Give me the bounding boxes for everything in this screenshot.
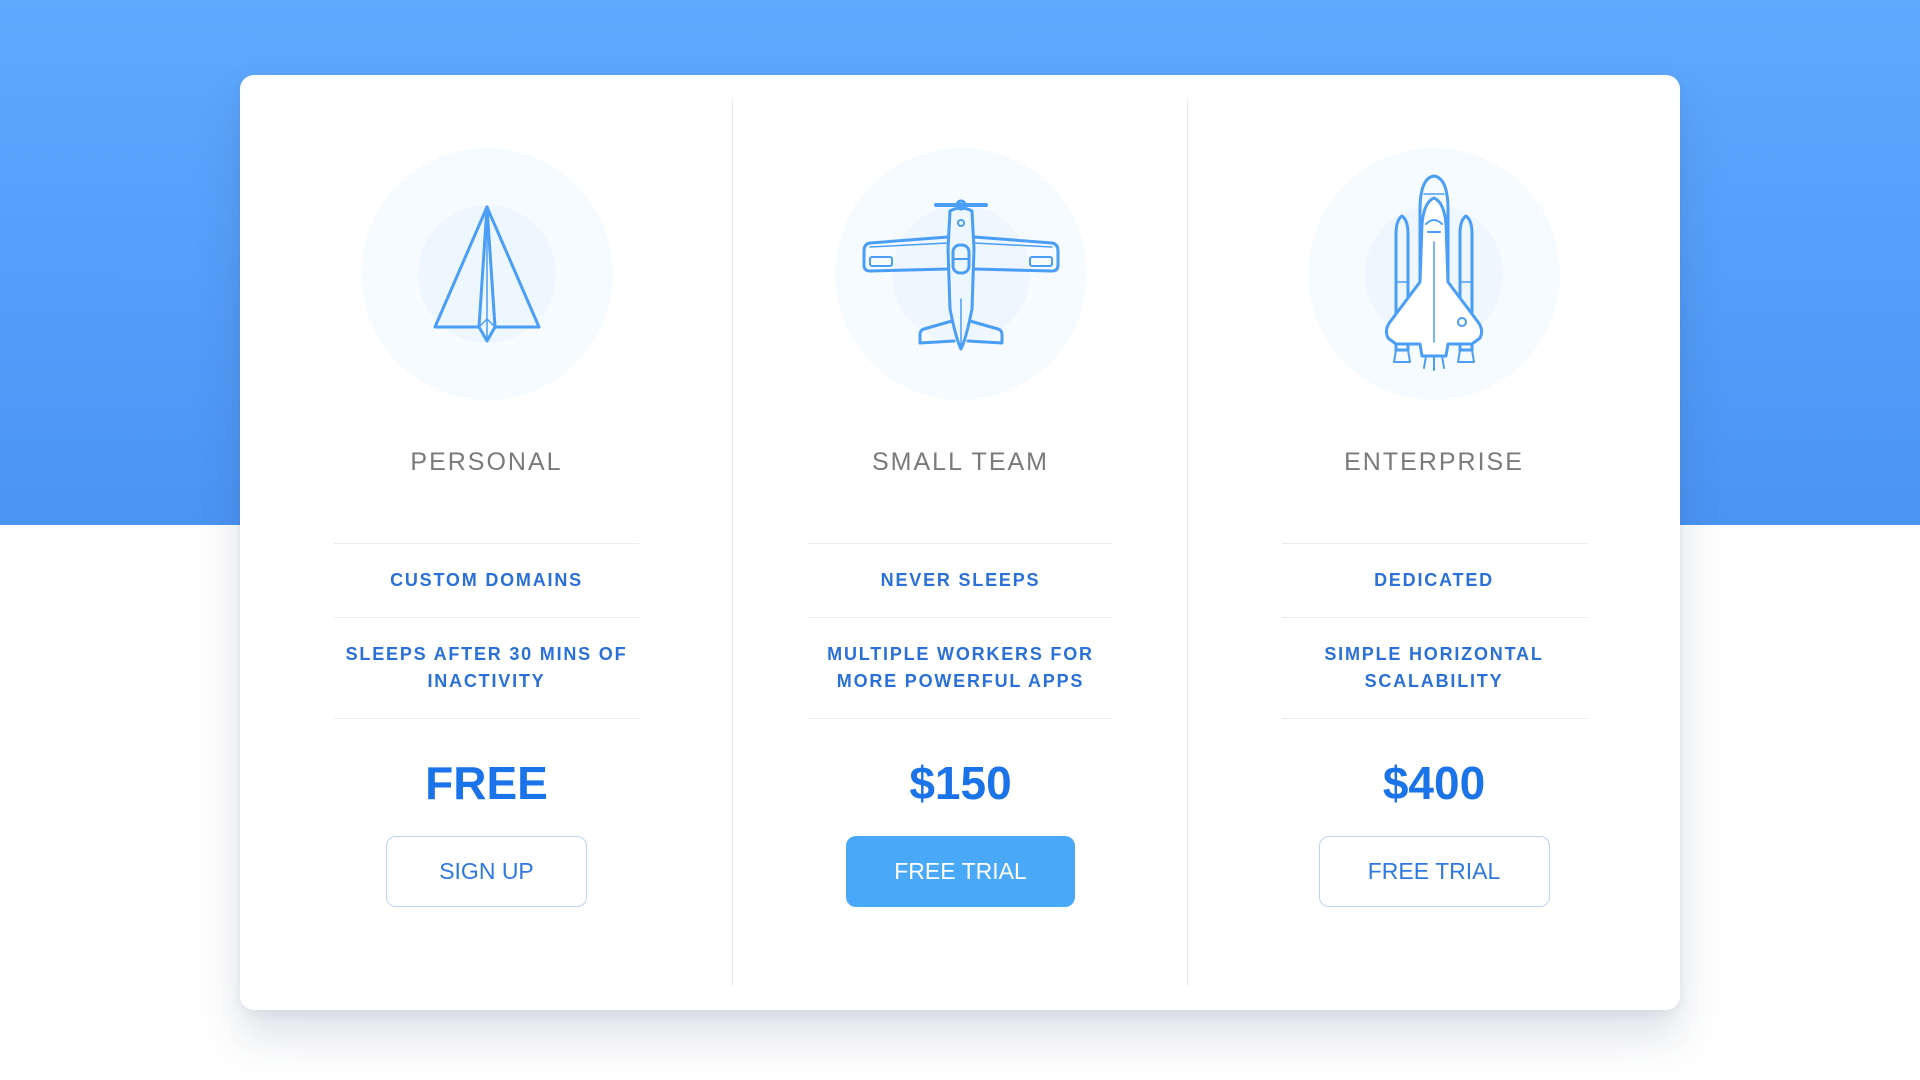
feature-item: SLEEPS AFTER 30 MINS OF INACTIVITY [334,618,639,719]
feature-item: MULTIPLE WORKERS FOR MORE POWERFUL APPS [808,618,1113,719]
plan-icon-container [1308,148,1560,400]
plan-enterprise: ENTERPRISE DEDICATED SIMPLE HORIZONTAL S… [1187,75,1680,1010]
feature-item: DEDICATED [1281,544,1587,618]
feature-list: CUSTOM DOMAINS SLEEPS AFTER 30 MINS OF I… [334,543,639,719]
feature-item: SIMPLE HORIZONTAL SCALABILITY [1281,618,1587,719]
plan-price: $150 [909,757,1012,809]
feature-list: DEDICATED SIMPLE HORIZONTAL SCALABILITY [1281,543,1587,719]
plan-personal: PERSONAL CUSTOM DOMAINS SLEEPS AFTER 30 … [240,75,733,1010]
paper-plane-icon [433,205,540,343]
plan-name: ENTERPRISE [1344,448,1524,476]
plan-name: SMALL TEAM [872,448,1049,476]
free-trial-button[interactable]: FREE TRIAL [1318,836,1550,907]
plan-icon-container [360,148,613,400]
space-shuttle-icon [1384,174,1484,371]
feature-list: NEVER SLEEPS MULTIPLE WORKERS FOR MORE P… [808,543,1113,719]
plan-name: PERSONAL [410,448,563,476]
plan-small-team: SMALL TEAM NEVER SLEEPS MULTIPLE WORKERS… [732,75,1188,1010]
feature-item: CUSTOM DOMAINS [334,544,639,618]
plan-price: $400 [1382,757,1486,809]
free-trial-button[interactable]: FREE TRIAL [846,836,1075,907]
airplane-icon [862,199,1059,351]
pricing-card: PERSONAL CUSTOM DOMAINS SLEEPS AFTER 30 … [240,75,1680,1010]
sign-up-button[interactable]: SIGN UP [386,836,587,907]
plan-icon-container [834,148,1087,400]
plan-price: FREE [425,757,548,809]
feature-item: NEVER SLEEPS [808,544,1113,618]
